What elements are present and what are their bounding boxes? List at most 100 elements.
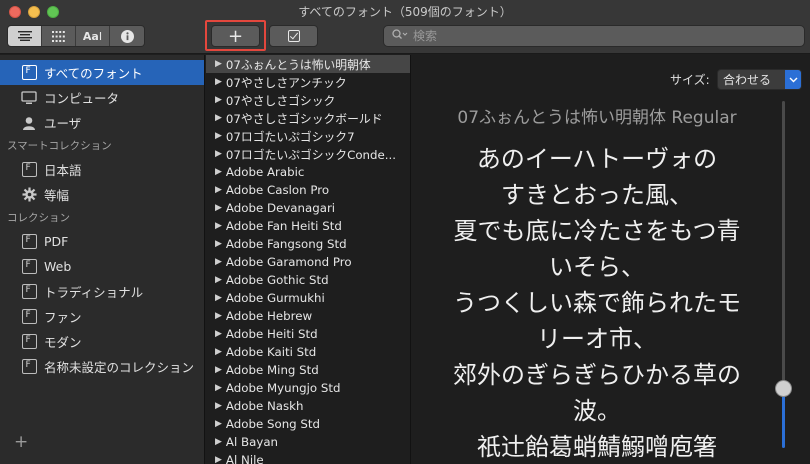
sidebar-item-fun[interactable]: ファン bbox=[0, 304, 204, 329]
font-family-row[interactable]: ▶ 07ロゴたいぷゴシック7 bbox=[206, 127, 410, 145]
font-family-row[interactable]: ▶ Adobe Garamond Pro bbox=[206, 253, 410, 271]
font-family-row[interactable]: ▶ Adobe Arabic bbox=[206, 163, 410, 181]
font-family-name: 07ふぉんとうは怖い明朝体 bbox=[225, 57, 371, 72]
disclosure-triangle-icon[interactable]: ▶ bbox=[215, 131, 222, 141]
font-family-name: 07ロゴたいぷゴシックConde... bbox=[225, 147, 397, 162]
disclosure-triangle-icon[interactable]: ▶ bbox=[215, 239, 222, 249]
size-select[interactable]: 合わせる bbox=[717, 69, 802, 90]
font-family-row[interactable]: ▶ 07ふぉんとうは怖い明朝体 bbox=[206, 55, 410, 73]
disclosure-triangle-icon[interactable]: ▶ bbox=[215, 113, 222, 123]
disclosure-triangle-icon[interactable]: ▶ bbox=[215, 77, 222, 87]
search-field[interactable] bbox=[383, 25, 805, 47]
disclosure-triangle-icon[interactable]: ▶ bbox=[215, 221, 222, 231]
sidebar-item-label: Web bbox=[44, 259, 72, 274]
user-icon bbox=[20, 114, 38, 132]
sidebar-item-web[interactable]: Web bbox=[0, 254, 204, 279]
font-family-row[interactable]: ▶ Adobe Fangsong Std bbox=[206, 235, 410, 253]
font-collection-icon bbox=[20, 161, 38, 179]
smart-collections-header: スマートコレクション bbox=[7, 140, 112, 152]
sidebar-item-label: 日本語 bbox=[44, 163, 82, 178]
sidebar-item-computer[interactable]: コンピュータ bbox=[0, 85, 204, 110]
font-family-name: Adobe Song Std bbox=[225, 417, 321, 431]
grid-view-button[interactable] bbox=[42, 26, 76, 46]
font-family-name: Adobe Naskh bbox=[225, 399, 304, 413]
sidebar-item-all-fonts[interactable]: すべてのフォント bbox=[0, 60, 204, 85]
font-family-name: Adobe Myungjo Std bbox=[225, 381, 341, 395]
font-family-row[interactable]: ▶ Adobe Gothic Std bbox=[206, 271, 410, 289]
sidebar-item-traditional[interactable]: トラディショナル bbox=[0, 279, 204, 304]
add-collection-button[interactable]: + bbox=[14, 432, 28, 452]
disclosure-triangle-icon[interactable]: ▶ bbox=[215, 329, 222, 339]
font-family-row[interactable]: ▶ Adobe Fan Heiti Std bbox=[206, 217, 410, 235]
sidebar-item-label: コンピュータ bbox=[44, 91, 120, 106]
font-family-row[interactable]: ▶ 07ロゴたいぷゴシックConde... bbox=[206, 145, 410, 163]
disclosure-triangle-icon[interactable]: ▶ bbox=[215, 59, 222, 69]
sidebar-item-untitled-collection[interactable]: 名称未設定のコレクション bbox=[0, 354, 204, 379]
disclosure-triangle-icon[interactable]: ▶ bbox=[215, 203, 222, 213]
disclosure-triangle-icon[interactable]: ▶ bbox=[215, 455, 222, 464]
list-view-button[interactable] bbox=[8, 26, 42, 46]
disclosure-triangle-icon[interactable]: ▶ bbox=[215, 293, 222, 303]
sidebar-item-japanese[interactable]: 日本語 bbox=[0, 157, 204, 182]
sample-line: いそら、 bbox=[549, 253, 645, 281]
info-view-button[interactable] bbox=[110, 26, 144, 46]
font-family-row[interactable]: ▶ Adobe Heiti Std bbox=[206, 325, 410, 343]
font-family-row[interactable]: ▶ Adobe Devanagari bbox=[206, 199, 410, 217]
font-family-name: Adobe Hebrew bbox=[225, 309, 313, 323]
font-family-name: 07やさしさゴシックボールド bbox=[225, 111, 383, 126]
sample-line: 祇辻飴葛蛸鯖鰯噌庖箸 bbox=[477, 433, 717, 461]
font-family-row[interactable]: ▶ Adobe Ming Std bbox=[206, 361, 410, 379]
disclosure-triangle-icon[interactable]: ▶ bbox=[215, 311, 222, 321]
disclosure-triangle-icon[interactable]: ▶ bbox=[215, 419, 222, 429]
sidebar-item-modern[interactable]: モダン bbox=[0, 329, 204, 354]
font-family-name: Adobe Heiti Std bbox=[225, 327, 318, 341]
validate-font-button[interactable] bbox=[269, 25, 318, 47]
font-family-list: ▶ 07ふぉんとうは怖い明朝体 ▶ 07やさしさアンチック ▶ 07やさしさゴシック ▶ 07… bbox=[206, 55, 411, 464]
size-label: サイズ: bbox=[670, 73, 710, 87]
sample-line: 波。 bbox=[573, 397, 621, 425]
search-input[interactable] bbox=[413, 29, 773, 43]
font-collection-icon bbox=[20, 233, 38, 251]
disclosure-triangle-icon[interactable]: ▶ bbox=[215, 185, 222, 195]
sample-line: うつくしい森で飾られたモ bbox=[453, 289, 741, 317]
font-family-row[interactable]: ▶ Adobe Myungjo Std bbox=[206, 379, 410, 397]
collections-header: コレクション bbox=[7, 212, 70, 224]
sidebar-item-user[interactable]: ユーザ bbox=[0, 110, 204, 135]
size-slider-knob[interactable] bbox=[775, 380, 792, 397]
disclosure-triangle-icon[interactable]: ▶ bbox=[215, 95, 222, 105]
disclosure-triangle-icon[interactable]: ▶ bbox=[215, 401, 222, 411]
sidebar-item-pdf[interactable]: PDF bbox=[0, 229, 204, 254]
font-family-row[interactable]: ▶ Adobe Kaiti Std bbox=[206, 343, 410, 361]
disclosure-triangle-icon[interactable]: ▶ bbox=[215, 365, 222, 375]
font-family-row[interactable]: ▶ Adobe Song Std bbox=[206, 415, 410, 433]
font-collection-icon bbox=[20, 333, 38, 351]
font-family-row[interactable]: ▶ Adobe Naskh bbox=[206, 397, 410, 415]
size-slider-track[interactable] bbox=[782, 101, 785, 386]
font-family-row[interactable]: ▶ Al Bayan bbox=[206, 433, 410, 451]
font-family-row[interactable]: ▶ Adobe Gurmukhi bbox=[206, 289, 410, 307]
disclosure-triangle-icon[interactable]: ▶ bbox=[215, 437, 222, 447]
font-family-name: Adobe Fan Heiti Std bbox=[225, 219, 342, 233]
font-family-row[interactable]: ▶ 07やさしさゴシックボールド bbox=[206, 109, 410, 127]
font-family-row[interactable]: ▶ 07やさしさアンチック bbox=[206, 73, 410, 91]
list-icon bbox=[17, 31, 32, 41]
preview-sample-text: あのイーハトーヴォの すきとおった風、 夏でも底に冷たさをもつ青 いそら、 うつくしい森… bbox=[412, 141, 782, 464]
sample-line: リーオ市、 bbox=[537, 325, 657, 353]
disclosure-triangle-icon[interactable]: ▶ bbox=[215, 383, 222, 393]
window-title: すべてのフォント（509個のフォント） bbox=[298, 5, 512, 19]
sample-view-button[interactable]: Aa I bbox=[76, 26, 110, 46]
font-collection-icon bbox=[20, 258, 38, 276]
disclosure-triangle-icon[interactable]: ▶ bbox=[215, 167, 222, 177]
disclosure-triangle-icon[interactable]: ▶ bbox=[215, 149, 222, 159]
disclosure-triangle-icon[interactable]: ▶ bbox=[215, 347, 222, 357]
font-family-name: 07ロゴたいぷゴシック7 bbox=[225, 129, 355, 144]
font-family-name: 07やさしさゴシック bbox=[225, 93, 336, 108]
font-family-row[interactable]: ▶ Adobe Hebrew bbox=[206, 307, 410, 325]
font-family-row[interactable]: ▶ 07やさしさゴシック bbox=[206, 91, 410, 109]
disclosure-triangle-icon[interactable]: ▶ bbox=[215, 275, 222, 285]
font-family-row[interactable]: ▶ Al Nile bbox=[206, 451, 410, 464]
font-family-row[interactable]: ▶ Adobe Caslon Pro bbox=[206, 181, 410, 199]
sidebar-item-monospace[interactable]: 等幅 bbox=[0, 182, 204, 207]
disclosure-triangle-icon[interactable]: ▶ bbox=[215, 257, 222, 267]
font-family-name: Adobe Garamond Pro bbox=[225, 255, 352, 269]
